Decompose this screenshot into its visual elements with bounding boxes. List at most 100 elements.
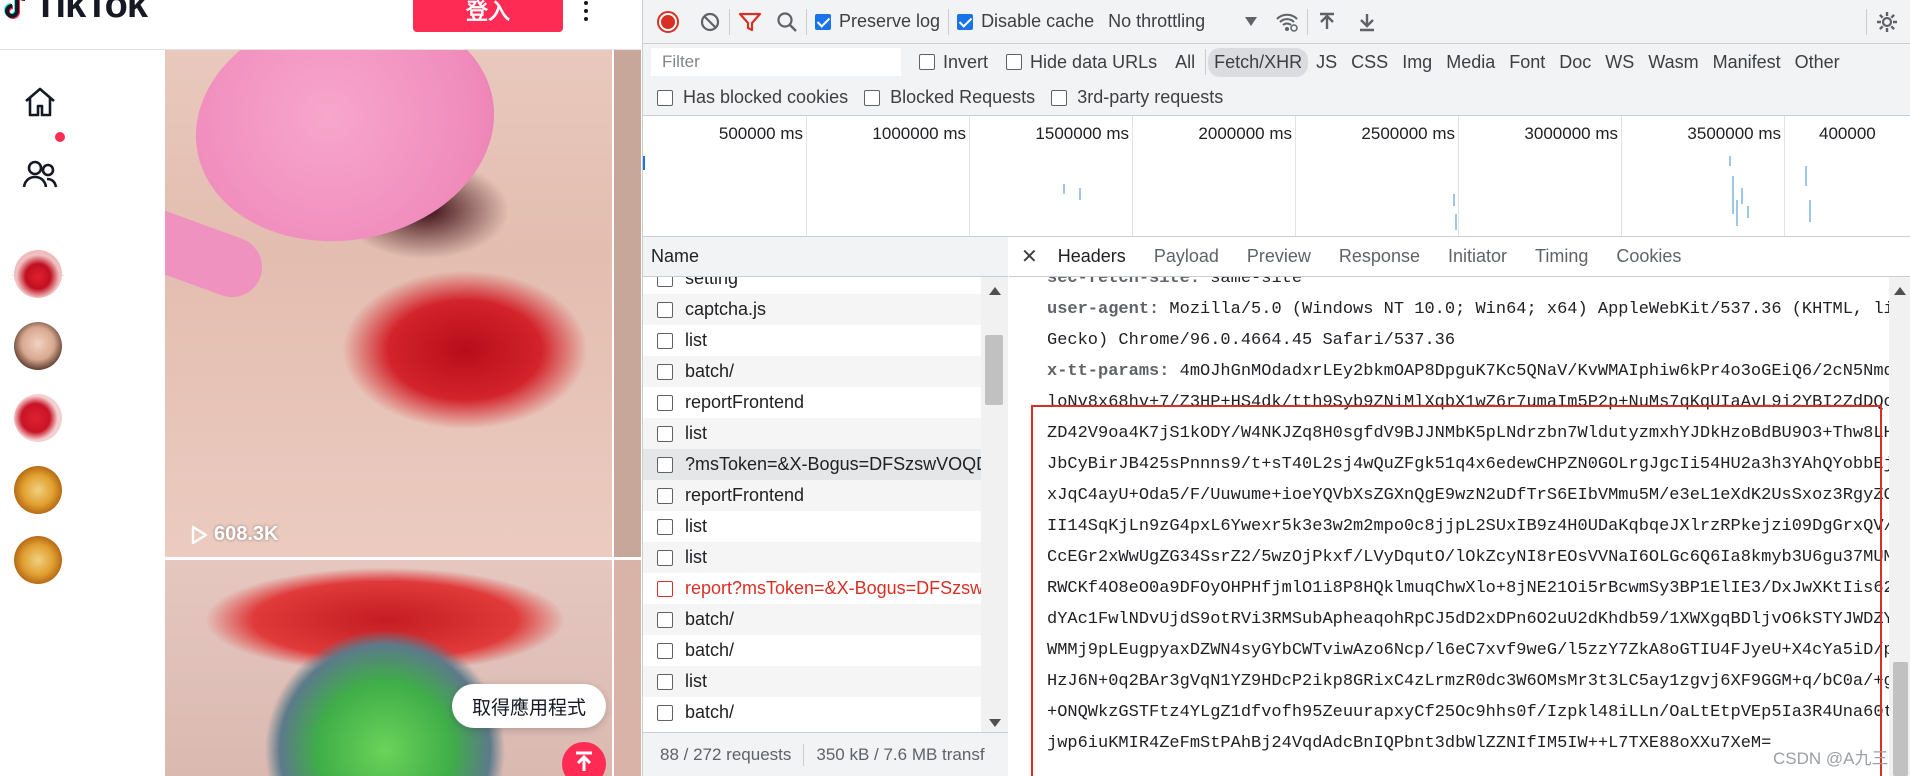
filter-bar: Filter Invert Hide data URLs All Fetch/X…	[643, 44, 1910, 80]
filter-type-font[interactable]: Font	[1503, 48, 1551, 77]
filter-type-wasm[interactable]: Wasm	[1642, 48, 1704, 77]
request-row[interactable]: batch/	[643, 604, 981, 635]
gear-icon[interactable]	[1875, 10, 1899, 34]
has-blocked-cookies-checkbox[interactable]	[657, 89, 673, 106]
tab-response[interactable]: Response	[1339, 246, 1420, 267]
tab-preview[interactable]: Preview	[1247, 246, 1311, 267]
clear-icon[interactable]	[699, 11, 721, 33]
notification-dot	[55, 132, 65, 142]
following-icon[interactable]	[20, 155, 60, 195]
scroll-up-icon[interactable]	[989, 287, 1001, 295]
name-column-header[interactable]: Name	[643, 237, 1008, 277]
scroll-up-icon[interactable]	[1894, 287, 1906, 295]
filter-type-other[interactable]: Other	[1789, 48, 1846, 77]
filter-type-fetch-xhr[interactable]: Fetch/XHR	[1208, 47, 1309, 77]
network-timeline[interactable]: 500000 ms 1000000 ms 1500000 ms 2000000 …	[643, 116, 1910, 237]
request-row[interactable]: list	[643, 418, 981, 449]
tab-initiator[interactable]: Initiator	[1448, 246, 1507, 267]
filter-type-ws[interactable]: WS	[1599, 48, 1640, 77]
hide-data-urls-checkbox[interactable]	[1006, 54, 1023, 70]
request-row[interactable]: captcha.js	[643, 294, 981, 325]
throttling-select[interactable]: No throttling	[1108, 11, 1205, 32]
filter-type-manifest[interactable]: Manifest	[1707, 48, 1787, 77]
avatar[interactable]	[14, 466, 62, 514]
avatar[interactable]	[14, 322, 62, 370]
request-row[interactable]: batch/	[643, 697, 981, 728]
third-party-label: 3rd-party requests	[1077, 87, 1224, 107]
timeline-label: 500000 ms	[718, 124, 803, 143]
tab-headers[interactable]: Headers	[1058, 246, 1126, 267]
request-row[interactable]: reportFrontend	[643, 387, 981, 418]
filter-type-js[interactable]: JS	[1310, 48, 1343, 77]
video-thumbnail[interactable]	[165, 560, 612, 776]
avatar[interactable]	[14, 394, 62, 442]
export-har-icon[interactable]	[1356, 11, 1378, 33]
disable-cache-checkbox[interactable]	[957, 13, 974, 30]
more-menu-icon[interactable]	[578, 0, 594, 26]
tab-timing[interactable]: Timing	[1535, 246, 1588, 267]
blocked-requests-checkbox[interactable]	[864, 89, 881, 106]
tiktok-logo-text: TikTok	[34, 0, 148, 26]
video-thumbnail-partial[interactable]	[614, 560, 641, 776]
third-party-checkbox[interactable]	[1051, 89, 1068, 106]
request-row[interactable]: batch/	[643, 356, 981, 387]
filter-type-css[interactable]: CSS	[1345, 48, 1394, 77]
chevron-down-icon[interactable]	[1245, 17, 1258, 26]
request-row[interactable]: list	[643, 511, 981, 542]
request-row[interactable]: setting	[643, 277, 981, 294]
scrollbar-thumb[interactable]	[985, 335, 1003, 405]
tiktok-sidebar	[0, 50, 90, 776]
request-row[interactable]: list	[643, 666, 981, 697]
network-conditions-icon[interactable]	[1275, 11, 1299, 33]
video-thumbnail-partial[interactable]	[614, 50, 641, 557]
request-row[interactable]: batch/	[643, 635, 981, 666]
filter-type-doc[interactable]: Doc	[1553, 48, 1597, 77]
hide-data-urls-label: Hide data URLs	[1030, 51, 1158, 72]
tab-payload[interactable]: Payload	[1154, 246, 1219, 267]
record-button[interactable]	[657, 10, 679, 33]
request-list: setting captcha.js list batch/ reportFro…	[643, 277, 981, 732]
scroll-down-icon[interactable]	[989, 719, 1001, 727]
request-row[interactable]: list	[643, 542, 981, 573]
request-row-selected[interactable]: ?msToken=&X-Bogus=DFSzswVOQD...	[643, 449, 981, 480]
filter-input[interactable]: Filter	[651, 48, 901, 76]
avatar[interactable]	[14, 250, 62, 298]
timeline-label: 2500000 ms	[1361, 124, 1455, 143]
filter-icon[interactable]	[738, 11, 762, 33]
timeline-label: 400000	[1819, 124, 1876, 143]
request-status-bar: 88 / 272 requests 350 kB / 7.6 MB transf	[643, 732, 1008, 776]
request-row[interactable]: reportFrontend	[643, 480, 981, 511]
tiktok-logo[interactable]: TikTok	[2, 0, 148, 27]
headers-content: sec-fetch-site: same-site user-agent: Mo…	[1009, 277, 1889, 776]
close-icon[interactable]: ✕	[1021, 244, 1038, 269]
invert-label: Invert	[943, 51, 989, 72]
request-row[interactable]: list	[643, 325, 981, 356]
view-count-text: 608.3K	[214, 523, 279, 545]
preserve-log-checkbox[interactable]	[815, 13, 831, 30]
get-app-button[interactable]: 取得應用程式	[452, 684, 606, 728]
search-icon[interactable]	[776, 11, 798, 33]
preserve-log-label: Preserve log	[839, 11, 941, 31]
filter-bar-secondary: Has blocked cookies Blocked Requests 3rd…	[643, 80, 1910, 116]
tiktok-header: TikTok 登入	[0, 0, 641, 50]
request-count: 88 / 272 requests	[660, 744, 792, 764]
timeline-label: 1500000 ms	[1035, 124, 1129, 143]
filter-type-media[interactable]: Media	[1440, 48, 1501, 77]
video-content-decor	[177, 50, 513, 265]
request-row-error[interactable]: report?msToken=&X-Bogus=DFSzswV	[643, 573, 981, 604]
video-thumbnail[interactable]	[165, 50, 612, 557]
avatar[interactable]	[14, 536, 62, 584]
header-line: sec-fetch-site: same-site	[1047, 277, 1303, 288]
login-button[interactable]: 登入	[413, 0, 563, 32]
transfer-size: 350 kB / 7.6 MB transf	[816, 744, 985, 764]
tab-cookies[interactable]: Cookies	[1616, 246, 1681, 267]
import-har-icon[interactable]	[1316, 11, 1338, 33]
watermark: CSDN @A九三	[1773, 749, 1889, 768]
home-icon[interactable]	[20, 82, 60, 122]
filter-type-img[interactable]: Img	[1396, 48, 1438, 77]
scrollbar-thumb[interactable]	[1893, 662, 1908, 776]
invert-checkbox[interactable]	[919, 54, 935, 70]
request-list-panel: Name setting captcha.js list batch/ repo…	[643, 237, 1008, 776]
disable-cache-label: Disable cache	[981, 11, 1095, 31]
filter-type-all[interactable]: All	[1169, 48, 1201, 77]
